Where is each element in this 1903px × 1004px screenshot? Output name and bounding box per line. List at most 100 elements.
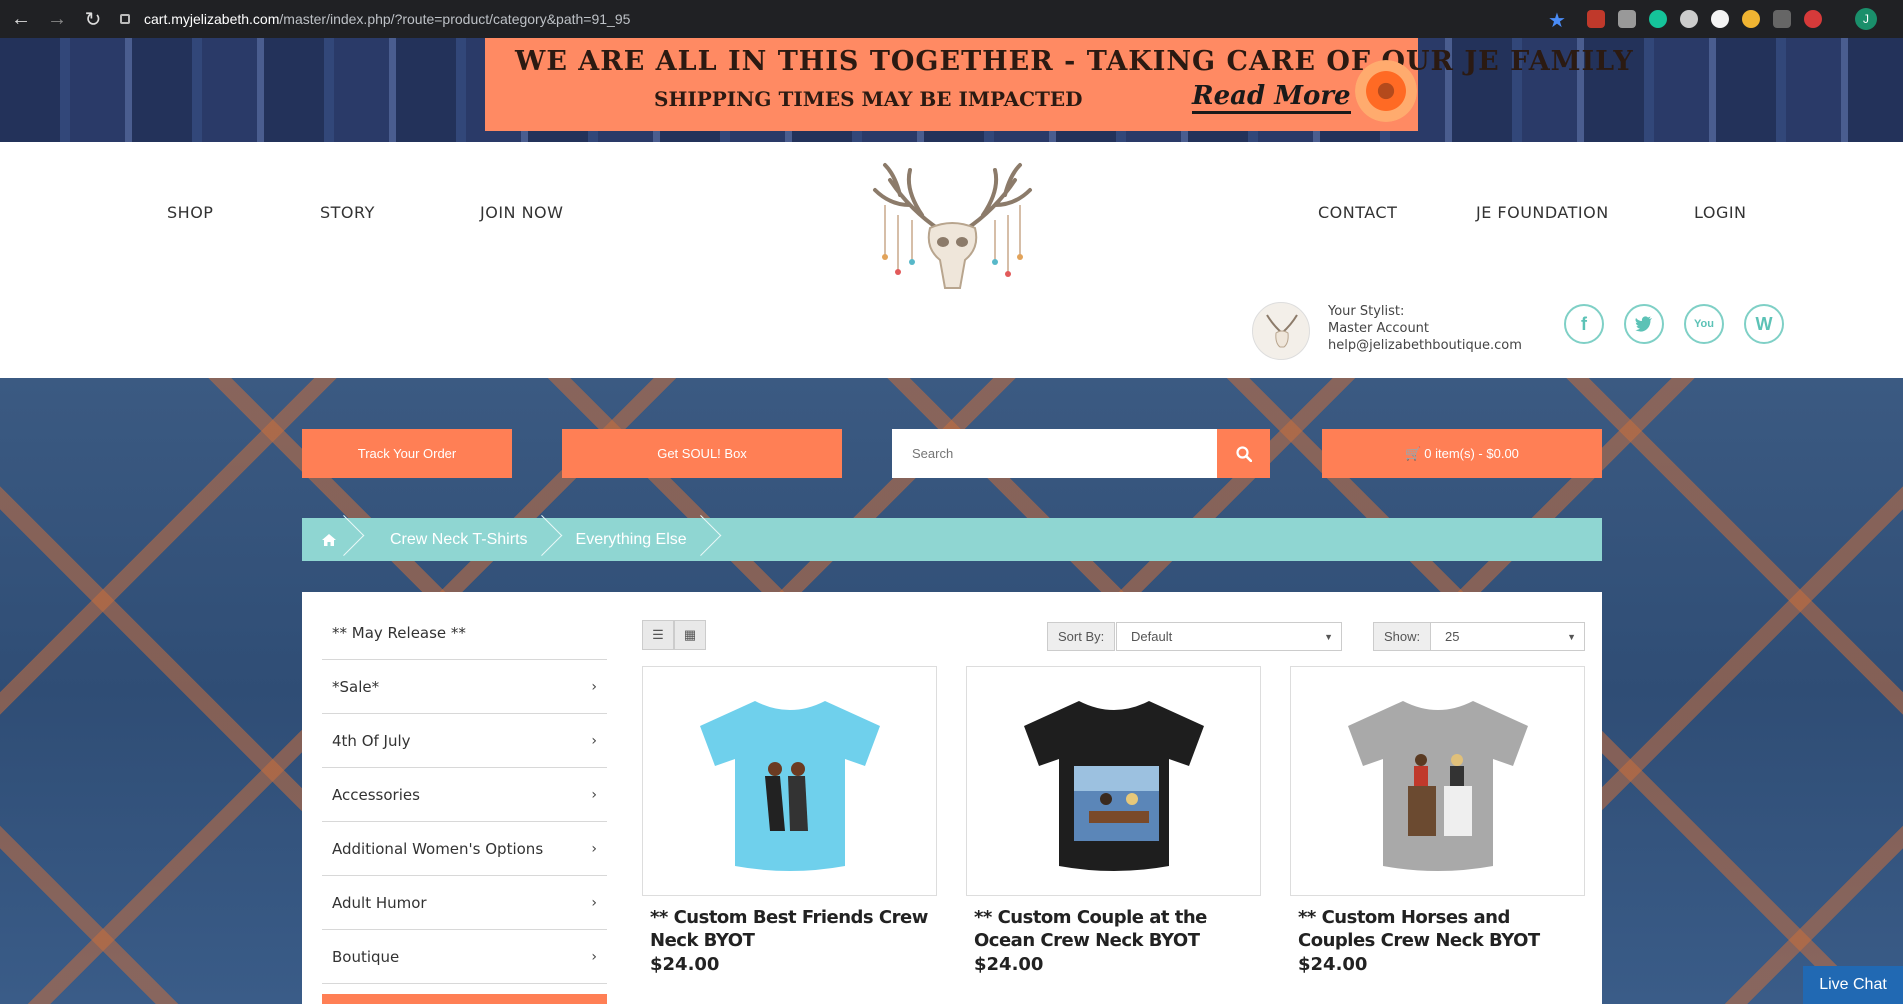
stylist-name: Master Account [1328, 321, 1430, 336]
category-item[interactable]: Boutique › [322, 930, 607, 984]
sort-value: Default [1131, 629, 1173, 644]
search-icon [1235, 445, 1252, 462]
chevron-right-icon: › [591, 840, 597, 857]
product-name[interactable]: ** Custom Best Friends Crew Neck BYOT [642, 906, 937, 952]
cart-button[interactable]: 🛒 0 item(s) - $0.00 [1322, 429, 1602, 478]
breadcrumb-label: Everything Else [575, 530, 687, 548]
forward-icon[interactable]: → [42, 4, 72, 34]
nav-story[interactable]: STORY [320, 203, 375, 222]
cart-summary: 0 item(s) - $0.00 [1424, 446, 1519, 461]
grid-view-button[interactable]: ▦ [674, 620, 706, 650]
product-card[interactable]: ** Custom Horses and Couples Crew Neck B… [1290, 666, 1585, 975]
reload-icon[interactable]: ↻ [78, 4, 108, 34]
chrome-extension-icon[interactable] [1742, 10, 1760, 28]
tshirt-image [1347, 701, 1528, 871]
product-card[interactable]: ** Custom Best Friends Crew Neck BYOT $2… [642, 666, 937, 975]
category-item[interactable]: Adult Humor › [322, 876, 607, 930]
banner-subline: SHIPPING TIMES MAY BE IMPACTED [654, 87, 1083, 111]
product-name[interactable]: ** Custom Horses and Couples Crew Neck B… [1290, 906, 1585, 952]
list-icon: ☰ [652, 627, 664, 642]
twitter-icon[interactable] [1624, 304, 1664, 344]
dropdown-arrow-icon: ▼ [1324, 631, 1333, 642]
back-icon[interactable]: ← [6, 4, 36, 34]
category-label: Boutique [332, 947, 400, 966]
stylist-email[interactable]: help@jelizabethboutique.com [1328, 337, 1522, 354]
extension-icon[interactable] [1680, 10, 1698, 28]
grammarly-extension-icon[interactable] [1649, 10, 1667, 28]
category-panel: ** May Release ** *Sale* › 4th Of July ›… [302, 592, 1602, 1004]
announcement-banner[interactable]: WE ARE ALL IN THIS TOGETHER - TAKING CAR… [485, 38, 1633, 131]
stylist-info: Your Stylist: Master Account help@jeliza… [1328, 303, 1522, 354]
extension-icon[interactable] [1804, 10, 1822, 28]
breadcrumb-everything-else[interactable]: Everything Else [562, 518, 721, 561]
live-chat-button[interactable]: Live Chat [1803, 966, 1903, 1004]
nav-je-foundation[interactable]: JE FOUNDATION [1476, 203, 1609, 222]
breadcrumb-crew-neck[interactable]: Crew Neck T-Shirts [364, 518, 562, 561]
category-label: Adult Humor [332, 893, 427, 912]
stylist-logo-icon [1266, 314, 1298, 348]
tshirt-image [1023, 701, 1204, 871]
address-bar[interactable]: cart.myjelizabeth.com /master/index.php/… [110, 5, 1575, 33]
product-card[interactable]: ** Custom Couple at the Ocean Crew Neck … [966, 666, 1261, 975]
breadcrumb-label: Crew Neck T-Shirts [390, 530, 528, 548]
browser-toolbar: ← → ↻ cart.myjelizabeth.com /master/inde… [0, 0, 1903, 38]
youtube-icon[interactable]: You [1684, 304, 1724, 344]
code-extension-icon[interactable] [1773, 10, 1791, 28]
read-more-link[interactable]: Read More [1192, 81, 1351, 114]
tshirt-image [699, 701, 880, 871]
chevron-right-icon: › [591, 894, 597, 911]
category-list: ** May Release ** *Sale* › 4th Of July ›… [322, 606, 607, 1004]
product-price: $24.00 [1298, 954, 1368, 975]
home-icon [322, 533, 336, 546]
breadcrumb-home[interactable] [302, 518, 364, 561]
sort-label: Sort By: [1047, 622, 1116, 651]
chevron-right-icon: › [591, 732, 597, 749]
product-price: $24.00 [974, 954, 1044, 975]
wordpress-icon[interactable]: W [1744, 304, 1784, 344]
nav-login[interactable]: LOGIN [1694, 203, 1747, 222]
stylist-avatar [1252, 302, 1310, 360]
category-item[interactable]: Accessories › [322, 768, 607, 822]
product-image[interactable] [1290, 666, 1585, 896]
extension-icon[interactable] [1711, 10, 1729, 28]
url-host: cart.myjelizabeth.com [144, 11, 280, 27]
product-image[interactable] [642, 666, 937, 896]
category-label: 4th Of July [332, 731, 411, 750]
soul-box-button[interactable]: Get SOUL! Box [562, 429, 842, 478]
show-label: Show: [1373, 622, 1432, 651]
category-item[interactable]: Additional Women's Options › [322, 822, 607, 876]
chevron-right-icon: › [591, 678, 597, 695]
category-item[interactable]: 4th Of July › [322, 714, 607, 768]
banner-headline: WE ARE ALL IN THIS TOGETHER - TAKING CAR… [515, 46, 1634, 77]
track-order-button[interactable]: Track Your Order [302, 429, 512, 478]
grid-icon: ▦ [683, 627, 697, 642]
search-input[interactable] [892, 429, 1217, 478]
profile-avatar[interactable]: J [1855, 8, 1877, 30]
camera-extension-icon[interactable] [1618, 10, 1636, 28]
lock-icon [120, 14, 130, 24]
category-label: Accessories [332, 785, 420, 804]
search-button[interactable] [1217, 429, 1270, 478]
category-item[interactable]: ** May Release ** [322, 606, 607, 660]
category-item[interactable]: *Sale* › [322, 660, 607, 714]
product-image[interactable] [966, 666, 1261, 896]
nav-shop[interactable]: SHOP [167, 203, 213, 222]
chevron-right-icon: › [591, 948, 597, 965]
dropdown-arrow-icon: ▼ [1567, 631, 1576, 642]
skull-antler-logo[interactable] [850, 160, 1055, 295]
product-price: $24.00 [650, 954, 720, 975]
category-item-active[interactable] [322, 994, 607, 1004]
category-label: ** May Release ** [332, 623, 466, 642]
product-name[interactable]: ** Custom Couple at the Ocean Crew Neck … [966, 906, 1261, 952]
sort-select[interactable]: Default ▼ [1116, 622, 1342, 651]
breadcrumb: Crew Neck T-Shirts Everything Else [302, 518, 1602, 561]
nav-join-now[interactable]: JOIN NOW [480, 203, 563, 222]
adblock-extension-icon[interactable] [1587, 10, 1605, 28]
chevron-right-icon: › [591, 786, 597, 803]
nav-contact[interactable]: CONTACT [1318, 203, 1397, 222]
list-view-button[interactable]: ☰ [642, 620, 674, 650]
show-select[interactable]: 25 ▼ [1430, 622, 1585, 651]
bookmark-star-icon[interactable]: ★ [1548, 8, 1566, 33]
facebook-icon[interactable]: f [1564, 304, 1604, 344]
show-value: 25 [1445, 629, 1460, 644]
